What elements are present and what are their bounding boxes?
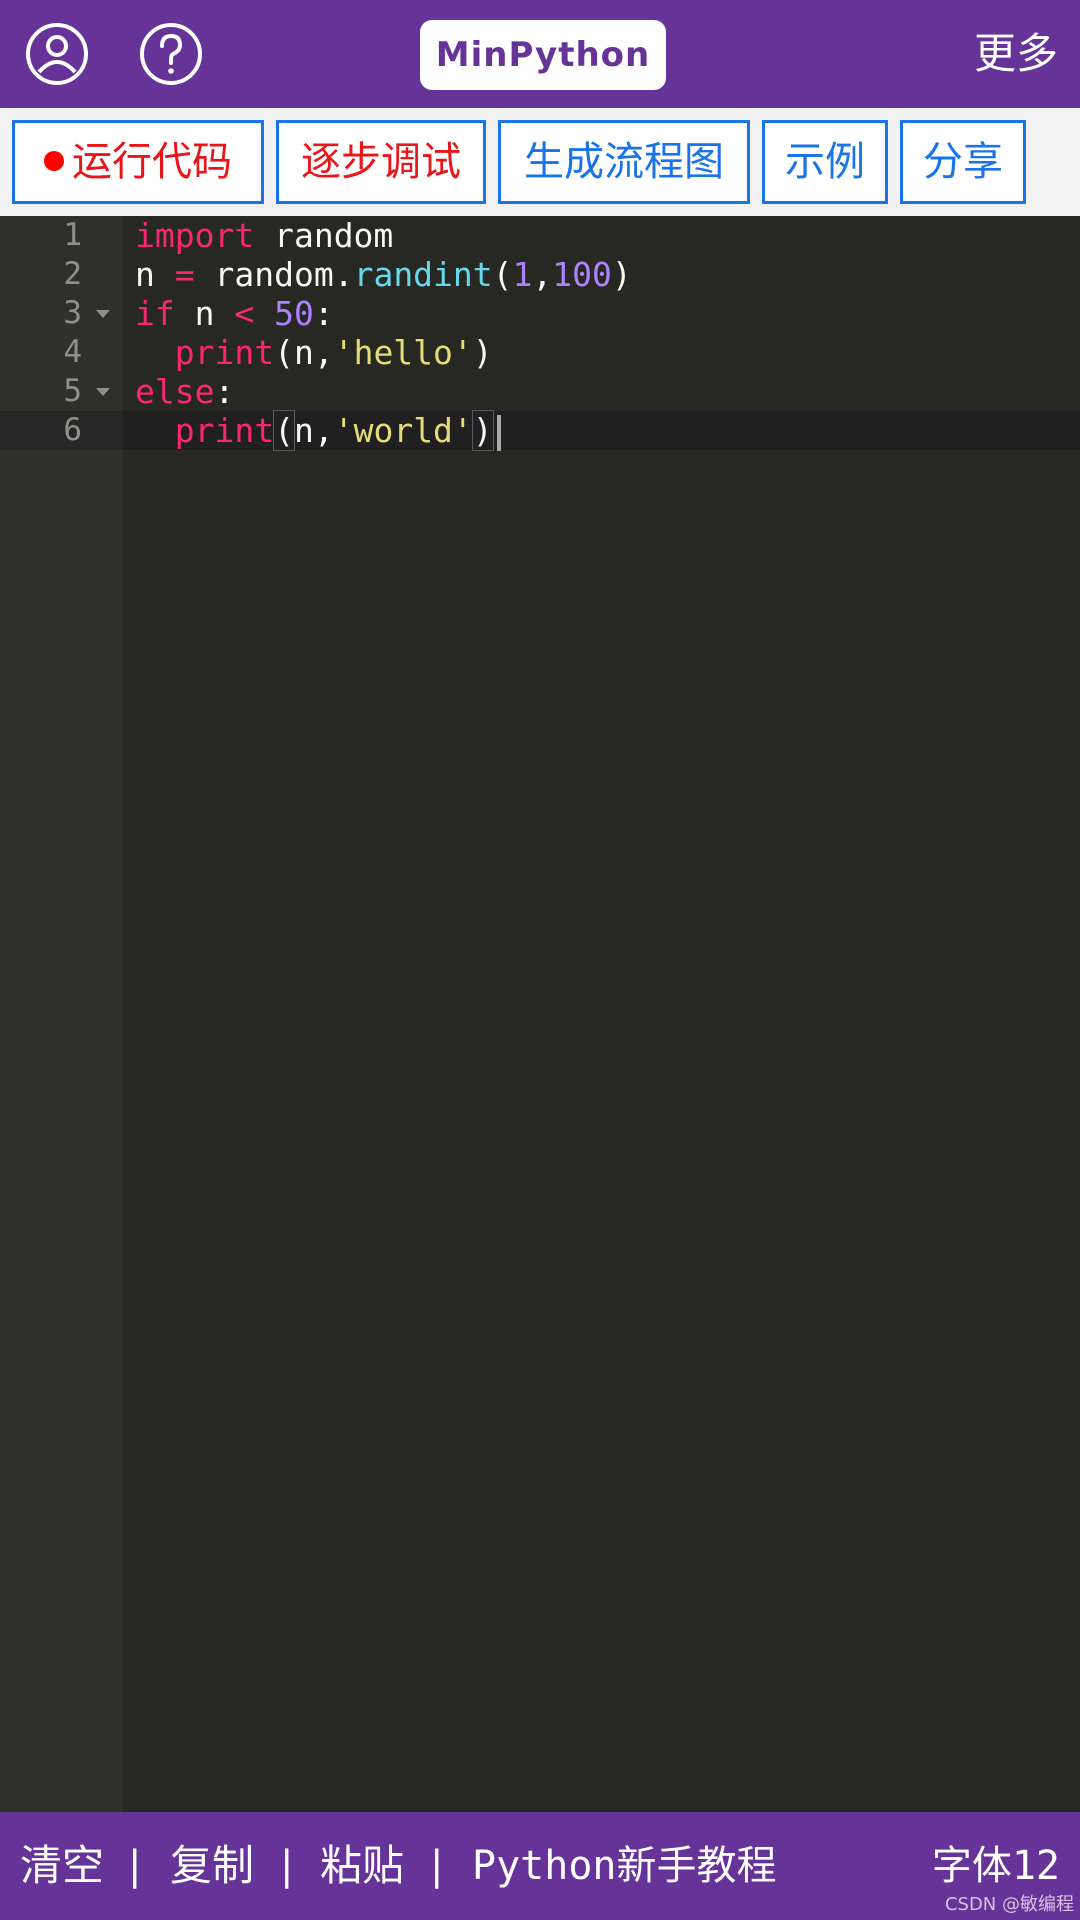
fold-arrow-icon[interactable]: [96, 310, 110, 318]
comma: ,: [532, 255, 553, 294]
code-text: n: [174, 294, 235, 333]
generate-flowchart-button[interactable]: 生成流程图: [498, 120, 750, 204]
paren: ): [472, 333, 493, 372]
run-code-label: 运行代码: [72, 139, 232, 185]
number-literal: 1: [512, 255, 533, 294]
font-size-value: 12: [1011, 1843, 1060, 1889]
line-number: 4: [63, 334, 82, 370]
fold-arrow-icon[interactable]: [96, 388, 110, 396]
user-icon[interactable]: [25, 22, 89, 86]
line-number: 5: [63, 373, 82, 409]
copy-button[interactable]: 复制: [170, 1842, 254, 1890]
examples-button[interactable]: 示例: [762, 120, 888, 204]
line-number: 6: [63, 412, 82, 448]
font-size-label: 字体: [931, 1843, 1012, 1889]
run-code-button[interactable]: 运行代码: [12, 120, 264, 204]
line-number: 1: [63, 217, 82, 253]
separator: |: [430, 1843, 444, 1889]
help-icon[interactable]: [139, 22, 203, 86]
separator: |: [280, 1843, 294, 1889]
record-dot-icon: [44, 151, 64, 171]
action-toolbar: 运行代码 逐步调试 生成流程图 示例 分享: [0, 108, 1080, 216]
operator: =: [174, 255, 195, 294]
colon: :: [313, 294, 334, 333]
bracket-match: (: [273, 410, 295, 451]
share-button[interactable]: 分享: [900, 120, 1026, 204]
code-line[interactable]: 2 n = random.randint(1,100): [0, 255, 1080, 294]
clear-button[interactable]: 清空: [20, 1842, 104, 1890]
app-logo[interactable]: MinPython: [420, 20, 666, 90]
line-number: 3: [63, 295, 82, 331]
more-menu-button[interactable]: 更多: [974, 28, 1058, 80]
paste-button[interactable]: 粘贴: [320, 1842, 404, 1890]
keyword: import: [135, 216, 255, 255]
code-line[interactable]: 4 print(n,'hello'): [0, 333, 1080, 372]
paren: (: [492, 255, 513, 294]
app-header: MinPython 更多: [0, 0, 1080, 108]
paren: ): [611, 255, 632, 294]
colon: :: [214, 372, 235, 411]
code-text: (n,: [274, 333, 334, 372]
text-cursor: [496, 414, 501, 451]
keyword: if: [135, 294, 175, 333]
code-text: n: [135, 255, 175, 294]
code-line-active[interactable]: 6 print(n,'world'): [0, 410, 1080, 451]
string-literal: 'hello': [333, 333, 473, 372]
separator: |: [128, 1843, 142, 1889]
python-tutorial-link[interactable]: Python新手教程: [472, 1842, 777, 1890]
code-editor[interactable]: 1 import random 2 n = random.randint(1,1…: [0, 216, 1080, 1812]
function-name: randint: [353, 255, 493, 294]
code-text: n,: [293, 411, 334, 450]
watermark: CSDN @敏编程: [944, 1894, 1074, 1915]
step-debug-button[interactable]: 逐步调试: [276, 120, 486, 204]
code-text: random.: [194, 255, 354, 294]
function-name: print: [174, 333, 275, 372]
operator: <: [234, 294, 255, 333]
string-literal: 'world': [333, 411, 473, 450]
keyword: else: [135, 372, 215, 411]
number-literal: 100: [552, 255, 612, 294]
bracket-match: ): [471, 410, 494, 451]
line-number-gutter: [0, 216, 123, 1812]
code-line[interactable]: 1 import random: [0, 216, 1080, 255]
code-text: random: [254, 216, 394, 255]
function-name: print: [174, 411, 275, 450]
code-lines[interactable]: 1 import random 2 n = random.randint(1,1…: [0, 216, 1080, 451]
code-line[interactable]: 5 else:: [0, 372, 1080, 411]
bottom-bar: 清空 | 复制 | 粘贴 | Python新手教程 字体12 CSDN @敏编程: [0, 1812, 1080, 1920]
line-number: 2: [63, 256, 82, 292]
code-line[interactable]: 3 if n < 50:: [0, 294, 1080, 333]
number-literal: 50: [274, 294, 314, 333]
font-size-button[interactable]: 字体12: [932, 1842, 1060, 1890]
